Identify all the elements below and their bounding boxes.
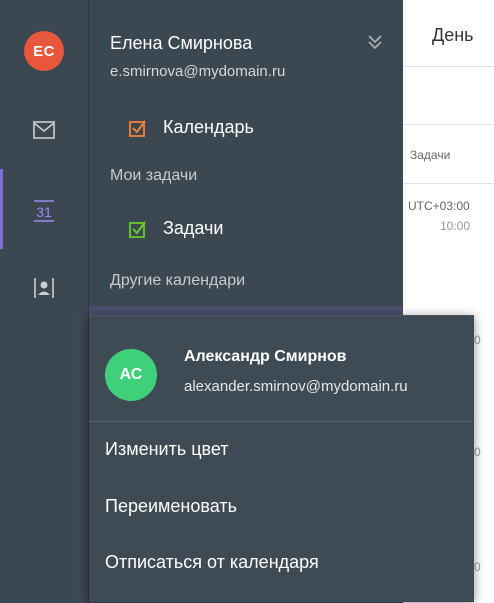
owner-name: Александр Смирнов	[184, 348, 347, 365]
time-label: 0	[474, 445, 481, 459]
calendar-icon[interactable]: 31	[0, 198, 88, 224]
time-label: 10:00	[440, 219, 471, 233]
contacts-icon[interactable]	[0, 275, 88, 301]
calendar-item-tasks[interactable]: Задачи	[129, 218, 223, 239]
menu-divider	[89, 421, 474, 422]
divider	[402, 183, 494, 184]
checkbox-checked-icon[interactable]	[129, 220, 147, 238]
tasks-row-label: Задачи	[410, 148, 451, 162]
unsubscribe-menu-item[interactable]: Отписаться от календаря	[105, 552, 319, 573]
checkbox-checked-icon[interactable]	[129, 119, 147, 137]
calendar-day-number: 31	[36, 204, 52, 220]
day-view-tab[interactable]: День	[432, 25, 474, 46]
section-header-other-calendars: Другие календари	[110, 272, 246, 289]
calendar-item-calendar[interactable]: Календарь	[129, 117, 254, 138]
chevron-double-down-icon[interactable]	[365, 32, 385, 54]
account-name: Елена Смирнова	[110, 33, 253, 53]
rename-menu-item[interactable]: Переименовать	[105, 496, 237, 517]
section-header-my-tasks: Мои задачи	[110, 167, 198, 184]
change-color-menu-item[interactable]: Изменить цвет	[105, 439, 229, 460]
divider	[402, 66, 494, 67]
calendar-item-label: Задачи	[163, 218, 224, 238]
mail-icon[interactable]	[0, 118, 88, 142]
divider	[402, 124, 494, 125]
user-avatar[interactable]: ЕС	[24, 31, 64, 71]
account-email: e.smirnova@mydomain.ru	[110, 63, 286, 80]
time-label: 0	[474, 333, 481, 347]
time-label: 0	[474, 560, 481, 574]
owner-avatar: АС	[105, 349, 157, 401]
timezone-label: UTC+03:00	[408, 199, 470, 213]
calendar-context-menu: АС Александр Смирнов alexander.smirnov@m…	[89, 315, 474, 602]
owner-email: alexander.smirnov@mydomain.ru	[184, 378, 408, 395]
app-rail: ЕС 31	[0, 0, 88, 603]
calendar-item-label: Календарь	[163, 117, 254, 137]
